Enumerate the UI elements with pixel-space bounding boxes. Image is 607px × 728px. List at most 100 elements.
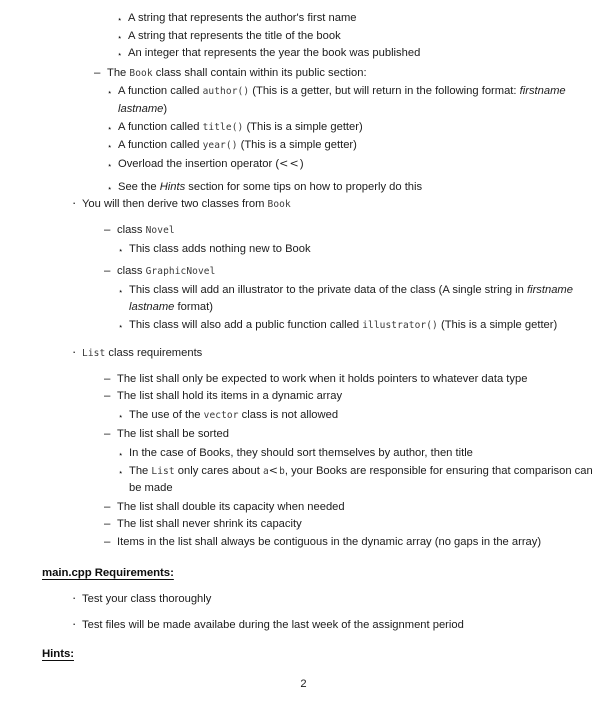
list-requirement-sorted: The list shall be sorted <box>117 428 229 441</box>
dash-bullet-icon: – <box>94 66 101 79</box>
sorted-detail-list: ⋆ In the case of Books, they should sort… <box>117 445 607 497</box>
book-function-title: A function called title() (This is a sim… <box>118 119 607 137</box>
text-run: section for some tips on how to properly… <box>185 181 423 194</box>
text-run: class <box>117 223 146 236</box>
list-requirement-pointers: The list shall only be expected to work … <box>117 372 528 385</box>
code-span-graphicnovel: GraphicNovel <box>145 265 216 277</box>
list-item: ⋆ A function called author() (This is a … <box>107 83 607 117</box>
text-run: only cares about <box>174 464 263 477</box>
list-item: ⋆ A string that represents the title of … <box>117 28 607 45</box>
list-item: ⋆ An integer that represents the year th… <box>117 45 607 62</box>
text-run: (This is a simple getter) <box>243 120 363 133</box>
list-item: – The list shall be sorted ⋆ In the case… <box>104 426 607 496</box>
text-run: You will then derive two classes from <box>82 198 268 210</box>
list-item: ⋆ See the Hints section for some tips on… <box>107 179 607 196</box>
star-bullet-icon: ⋆ <box>107 183 113 194</box>
math-span-insertion-operator: << <box>279 156 300 170</box>
text-run: (This is a simple getter) <box>237 139 357 152</box>
text-run: class shall contain within its public se… <box>152 66 367 79</box>
book-function-author: A function called author() (This is a ge… <box>118 83 607 117</box>
book-member-year: An integer that represents the year the … <box>128 47 421 60</box>
text-run: The use of the <box>129 408 204 421</box>
list-item: – The list shall never shrink its capaci… <box>104 516 607 533</box>
list-item: ⋆ This class will add an illustrator to … <box>118 282 607 315</box>
derived-classes-list: · You will then derive two classes from … <box>0 195 607 335</box>
text-run: (This is a getter, but will return in th… <box>249 85 520 98</box>
book-requirements-block: ⋆ A string that represents the author's … <box>0 10 607 197</box>
dot-bullet-icon: · <box>72 344 77 359</box>
list-item: – class Novel ⋆ This class adds nothing … <box>104 222 607 258</box>
text-run: ) <box>299 157 304 170</box>
book-member-list: ⋆ A string that represents the author's … <box>0 10 607 196</box>
dot-bullet-icon: · <box>72 590 77 605</box>
math-operator-less-than: < <box>268 463 280 477</box>
class-novel-label: class Novel <box>117 222 607 240</box>
list-item: ⋆ A function called title() (This is a s… <box>107 119 607 137</box>
dash-bullet-icon: – <box>104 535 111 548</box>
star-bullet-icon: ⋆ <box>118 410 124 421</box>
graphicnovel-illustrator-function: This class will also add a public functi… <box>129 317 607 335</box>
book-member-author-first-name: A string that represents the author's fi… <box>128 12 357 24</box>
star-bullet-icon: ⋆ <box>107 122 113 133</box>
list-item: ⋆ Overload the insertion operator (<<) <box>107 156 607 173</box>
text-run: A function called <box>118 85 203 98</box>
list-item: – The list shall hold its items in a dyn… <box>104 388 607 424</box>
dash-bullet-icon: – <box>104 264 111 277</box>
text-run: A function called <box>118 139 203 152</box>
list-class-detail-list: – The list shall only be expected to wor… <box>82 371 607 551</box>
list-item: · Test your class thoroughly <box>72 590 607 608</box>
list-item: ⋆ In the case of Books, they should sort… <box>118 445 607 462</box>
list-requirement-comparison: The List only cares about a<b, your Book… <box>129 463 607 497</box>
main-cpp-item-test-files: Test files will be made availabe during … <box>82 618 464 631</box>
star-bullet-icon: ⋆ <box>117 49 123 60</box>
novel-detail-list: ⋆ This class adds nothing new to Book <box>117 241 607 258</box>
code-span-book: Book <box>129 67 153 79</box>
hints-heading: Hints: <box>42 648 74 660</box>
list-class-lead: List class requirements <box>82 345 607 363</box>
list-item: ⋆ This class will also add a public func… <box>118 317 607 335</box>
list-requirement-contiguous: Items in the list shall always be contig… <box>117 535 542 548</box>
list-item: · You will then derive two classes from … <box>72 195 607 335</box>
book-public-section-lead: The Book class shall contain within its … <box>107 65 607 83</box>
dash-bullet-icon: – <box>104 223 111 236</box>
document-page: ⋆ A string that represents the author's … <box>0 0 607 728</box>
star-bullet-icon: ⋆ <box>107 159 113 170</box>
class-graphicnovel-label: class GraphicNovel <box>117 263 607 281</box>
star-bullet-icon: ⋆ <box>118 320 124 331</box>
dot-bullet-icon: · <box>72 615 77 631</box>
list-item: · List class requirements – The list sha… <box>72 344 607 551</box>
derived-classes-lead: You will then derive two classes from Bo… <box>82 196 607 214</box>
book-member-title: A string that represents the title of th… <box>128 29 341 42</box>
star-bullet-icon: ⋆ <box>118 245 124 256</box>
graphicnovel-illustrator-data: This class will add an illustrator to th… <box>129 282 607 315</box>
text-run: See the <box>118 181 160 194</box>
text-run: class <box>117 264 146 277</box>
star-bullet-icon: ⋆ <box>118 448 124 459</box>
star-bullet-icon: ⋆ <box>118 466 124 477</box>
star-bullet-icon: ⋆ <box>118 286 124 297</box>
text-run: (This is a simple getter) <box>437 318 558 331</box>
dash-bullet-icon: – <box>104 518 111 531</box>
dash-bullet-icon: – <box>104 372 111 385</box>
code-span-list: List <box>151 465 175 477</box>
list-item: ⋆ A string that represents the author's … <box>117 10 607 27</box>
list-item: ⋆ The List only cares about a<b, your Bo… <box>118 463 607 497</box>
main-cpp-item-list: · Test your class thoroughly · Test file… <box>0 590 607 633</box>
code-span-vector: vector <box>203 409 239 421</box>
derived-classes-block: · You will then derive two classes from … <box>0 195 607 336</box>
list-item: – The list shall double its capacity whe… <box>104 499 607 516</box>
code-span-illustrator-fn: illustrator() <box>362 319 438 331</box>
list-item: – class GraphicNovel ⋆ This class will a… <box>104 263 607 334</box>
star-bullet-icon: ⋆ <box>107 141 113 152</box>
code-span-novel: Novel <box>145 224 175 236</box>
star-bullet-icon: ⋆ <box>117 14 123 24</box>
book-public-member-list: ⋆ A function called author() (This is a … <box>107 83 607 196</box>
italic-run-hints: Hints <box>159 181 186 194</box>
main-cpp-item-test-thoroughly: Test your class thoroughly <box>82 593 212 605</box>
text-run: class is not allowed <box>238 408 339 421</box>
list-item: ⋆ The use of the vector class is not all… <box>118 407 607 425</box>
list-item: – The list shall only be expected to wor… <box>104 371 607 388</box>
code-span-book: Book <box>267 199 291 210</box>
derived-class-items: – class Novel ⋆ This class adds nothing … <box>82 222 607 335</box>
list-item: – The Book class shall contain within it… <box>94 65 607 196</box>
